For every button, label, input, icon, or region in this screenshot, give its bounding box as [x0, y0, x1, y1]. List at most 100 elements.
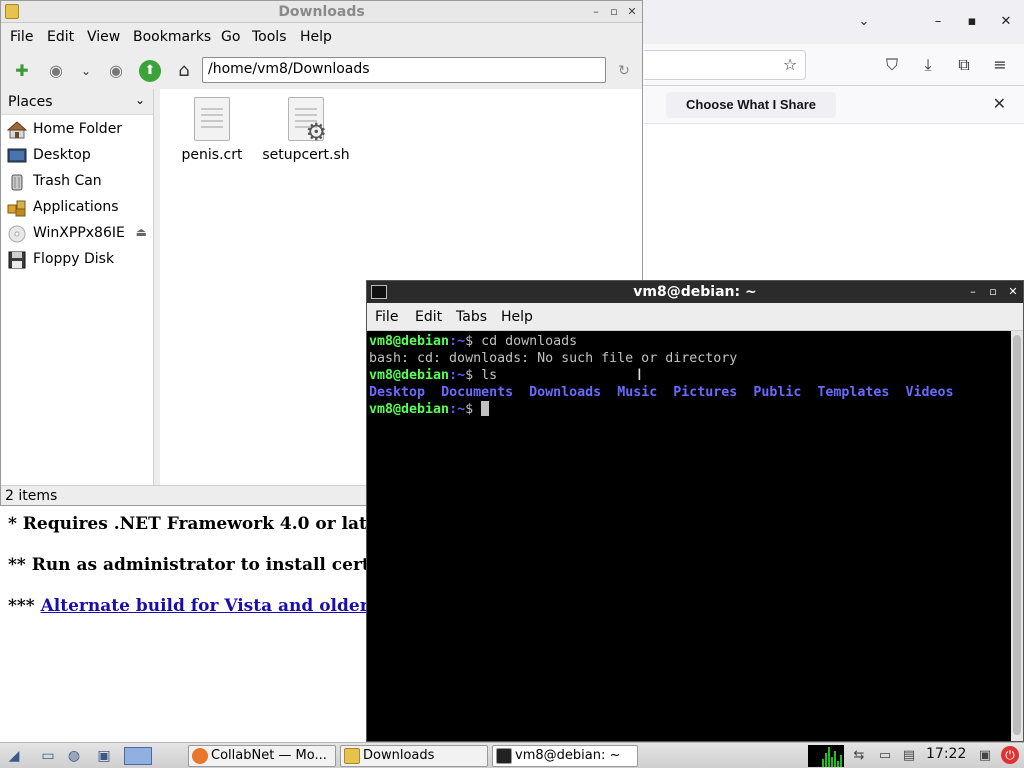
lock-screen-icon[interactable]: ▣ — [976, 747, 994, 765]
menu-help[interactable]: Help — [300, 29, 332, 45]
dir-entry: Downloads — [529, 385, 602, 400]
place-winxppx86ie[interactable]: WinXPPx86IE ⏏ — [1, 221, 153, 247]
network-icon[interactable]: ⇆ — [850, 747, 868, 765]
alternate-build-link[interactable]: Alternate build for Vista and older (. — [41, 596, 389, 616]
admin-note: ** Run as administrator to install certi… — [8, 555, 389, 575]
terminal-window: vm8@debian: ~ – ▫ ✕ File Edit Tabs Help … — [366, 280, 1024, 742]
prompt-path: :~ — [449, 402, 466, 417]
place-label: Home Folder — [33, 121, 123, 137]
tab-list-icon[interactable]: ⌄ — [854, 12, 874, 32]
place-home-folder[interactable]: Home Folder — [1, 117, 153, 143]
term-menu-file[interactable]: File — [375, 309, 398, 325]
places-header[interactable]: Places ⌄ — [1, 89, 153, 115]
go-icon[interactable]: ↻ — [613, 60, 635, 82]
pocket-icon[interactable]: ⛉ — [880, 54, 904, 76]
home-folder-icon — [6, 121, 28, 139]
dir-entry: Documents — [441, 385, 514, 400]
terminal-screen[interactable]: vm8@debian:~$ cd downloads bash: cd: dow… — [367, 331, 1011, 741]
dir-entry: Public — [753, 385, 802, 400]
menu-view[interactable]: View — [87, 29, 120, 45]
prompt-symbol: $ — [465, 334, 482, 349]
bookmark-star-icon[interactable]: ☆ — [778, 54, 802, 76]
browser-close-button[interactable]: ✕ — [996, 12, 1016, 32]
file-name: penis.crt — [181, 147, 243, 163]
scrollbar-thumb[interactable] — [1013, 335, 1021, 735]
up-folder-icon[interactable]: ⬆ — [139, 60, 161, 82]
browser-launcher-icon[interactable]: ◍ — [64, 747, 84, 765]
place-applications[interactable]: Applications — [1, 195, 153, 221]
command-text: ls — [481, 368, 498, 383]
hamburger-menu-icon[interactable]: ≡ — [988, 54, 1012, 76]
file-manager-launcher-icon[interactable]: ▭ — [38, 747, 58, 765]
notification-close-icon[interactable]: ✕ — [993, 94, 1006, 113]
ibeam-cursor-icon: I — [637, 365, 642, 384]
folder-icon — [344, 748, 360, 764]
chevron-down-icon[interactable]: ⌄ — [135, 93, 145, 107]
dir-entry: Pictures — [673, 385, 738, 400]
choose-what-i-share-button[interactable]: Choose What I Share — [666, 92, 836, 118]
term-minimize-button[interactable]: – — [965, 284, 981, 300]
place-trash-can[interactable]: Trash Can — [1, 169, 153, 195]
menu-file[interactable]: File — [10, 29, 33, 45]
terminal-menubar: File Edit Tabs Help — [367, 303, 1023, 331]
taskbar-item-downloads[interactable]: Downloads — [340, 745, 488, 767]
menu-go[interactable]: Go — [221, 29, 240, 45]
new-tab-icon[interactable]: ✚ — [11, 60, 33, 82]
task-label: CollabNet — Mo... — [211, 748, 327, 763]
place-label: WinXPPx86IE — [33, 225, 125, 241]
term-menu-edit[interactable]: Edit — [415, 309, 442, 325]
display-icon[interactable]: ▭ — [876, 747, 894, 765]
dir-entry: Desktop — [369, 385, 426, 400]
file-manager-titlebar[interactable]: Downloads – ▫ ✕ — [1, 1, 642, 23]
terminal-line: bash: cd: downloads: No such file or dir… — [369, 350, 1009, 367]
dir-entry: Templates — [817, 385, 890, 400]
alternate-build-note: *** Alternate build for Vista and older … — [8, 596, 389, 616]
terminal-scrollbar[interactable] — [1011, 331, 1023, 741]
eject-icon[interactable]: ⏏ — [136, 225, 147, 239]
place-desktop[interactable]: Desktop — [1, 143, 153, 169]
fm-maximize-button[interactable]: ▫ — [606, 4, 622, 20]
term-menu-tabs[interactable]: Tabs — [456, 309, 487, 325]
dir-entry: Music — [617, 385, 658, 400]
menu-edit[interactable]: Edit — [47, 29, 74, 45]
taskbar-item-terminal[interactable]: vm8@debian: ~ — [492, 745, 638, 767]
ls-output-line: Desktop Documents Downloads Music Pictur… — [369, 384, 1009, 401]
fm-minimize-button[interactable]: – — [588, 4, 604, 20]
term-maximize-button[interactable]: ▫ — [985, 284, 1001, 300]
place-floppy-disk[interactable]: Floppy Disk — [1, 247, 153, 273]
extensions-icon[interactable]: ⧉ — [952, 54, 976, 76]
menu-tools[interactable]: Tools — [252, 29, 287, 45]
alternate-build-prefix: *** — [8, 596, 41, 616]
desktop-icon — [7, 147, 27, 165]
taskbar-item-browser[interactable]: CollabNet — Mo... — [188, 745, 336, 767]
term-close-button[interactable]: ✕ — [1005, 284, 1021, 300]
file-item[interactable]: penis.crt — [162, 97, 262, 163]
fm-close-button[interactable]: ✕ — [624, 4, 640, 20]
forward-icon[interactable]: ◉ — [105, 60, 127, 82]
back-icon[interactable]: ◉ — [45, 60, 67, 82]
home-icon[interactable]: ⌂ — [173, 60, 195, 82]
terminal-titlebar[interactable]: vm8@debian: ~ – ▫ ✕ — [367, 281, 1023, 303]
browser-maximize-button[interactable]: ▪ — [962, 12, 982, 32]
menu-bookmarks[interactable]: Bookmarks — [133, 29, 211, 45]
menu-start-icon[interactable]: ◢ — [4, 747, 24, 765]
requirement-note: * Requires .NET Framework 4.0 or later — [8, 514, 387, 534]
cpu-monitor — [808, 745, 844, 767]
text-cursor — [481, 401, 490, 416]
applications-icon — [7, 199, 27, 217]
term-menu-help[interactable]: Help — [501, 309, 533, 325]
downloads-icon[interactable]: ⤓ — [916, 54, 940, 76]
show-desktop-icon[interactable]: ▣ — [94, 747, 114, 765]
places-pane: Places ⌄ Home Folder Desktop Trash Can A… — [1, 89, 154, 485]
clipboard-icon[interactable]: ▤ — [900, 747, 918, 765]
place-label: Applications — [33, 199, 119, 215]
history-dropdown-icon[interactable]: ⌄ — [75, 60, 97, 82]
workspace-pager-icon[interactable] — [124, 747, 152, 765]
power-icon[interactable]: ⏻ — [1001, 746, 1019, 764]
file-item[interactable]: ⚙ setupcert.sh — [256, 97, 356, 163]
terminal-icon — [496, 748, 512, 764]
browser-minimize-button[interactable]: – — [928, 12, 948, 32]
clock[interactable]: 17:22 — [926, 746, 966, 762]
location-bar[interactable]: /home/vm8/Downloads — [202, 57, 606, 83]
prompt-symbol: $ — [465, 368, 482, 383]
